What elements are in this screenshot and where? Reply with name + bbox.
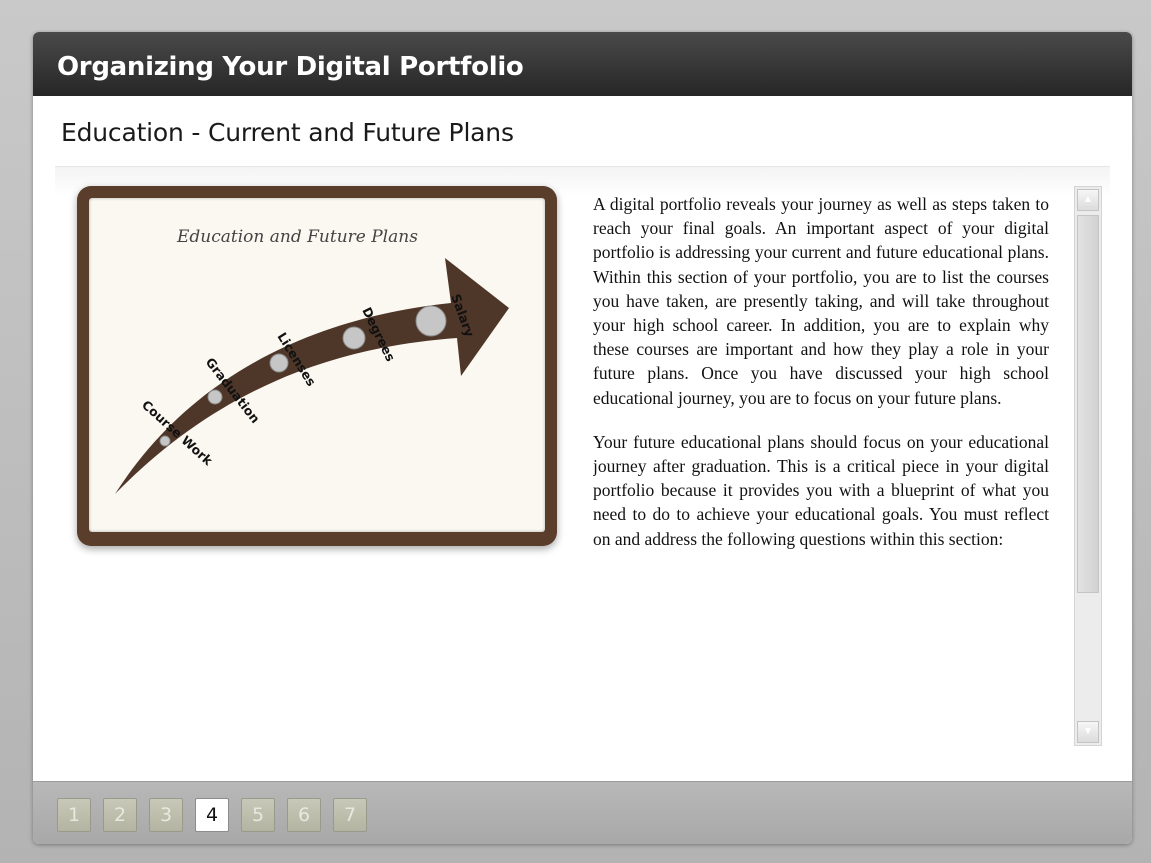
page-buttons: 1 2 3 4 5 6 7 (57, 798, 367, 832)
page-button-3[interactable]: 3 (149, 798, 183, 832)
image-title: Education and Future Plans (176, 227, 418, 247)
graduation-dot (207, 389, 223, 405)
page-button-1[interactable]: 1 (57, 798, 91, 832)
page-button-4-current[interactable]: 4 (195, 798, 229, 832)
arrow-down-icon: ▼ (1083, 726, 1093, 737)
paragraph-2: Your future educational plans should foc… (593, 431, 1049, 549)
paragraph-1: A digital portfolio reveals your journey… (593, 194, 1049, 408)
page-button-7[interactable]: 7 (333, 798, 367, 832)
lesson-window: Organizing Your Digital Portfolio Educat… (33, 32, 1132, 844)
scroll-down-button[interactable]: ▼ (1077, 721, 1099, 743)
course-work-dot (159, 435, 171, 447)
section-title: Education - Current and Future Plans (61, 118, 514, 147)
body-text: A digital portfolio reveals your journey… (593, 192, 1049, 752)
arrow-up-icon: ▲ (1083, 194, 1093, 205)
licenses-dot (269, 353, 289, 373)
scroll-thumb[interactable] (1077, 215, 1099, 593)
window-title: Organizing Your Digital Portfolio (33, 32, 1132, 96)
image-paper: Education and Future Plans Course Work G… (89, 198, 545, 532)
page-button-6[interactable]: 6 (287, 798, 321, 832)
education-plans-image: Education and Future Plans Course Work G… (77, 186, 557, 546)
degrees-dot (342, 326, 366, 350)
page-button-5[interactable]: 5 (241, 798, 275, 832)
pagination-bar: 1 2 3 4 5 6 7 (33, 781, 1132, 844)
scroll-up-button[interactable]: ▲ (1077, 189, 1099, 211)
vertical-scrollbar[interactable]: ▲ ▼ (1074, 186, 1102, 746)
salary-dot (415, 305, 447, 337)
page-button-2[interactable]: 2 (103, 798, 137, 832)
arrow-diagram: Education and Future Plans Course Work G… (115, 227, 509, 494)
